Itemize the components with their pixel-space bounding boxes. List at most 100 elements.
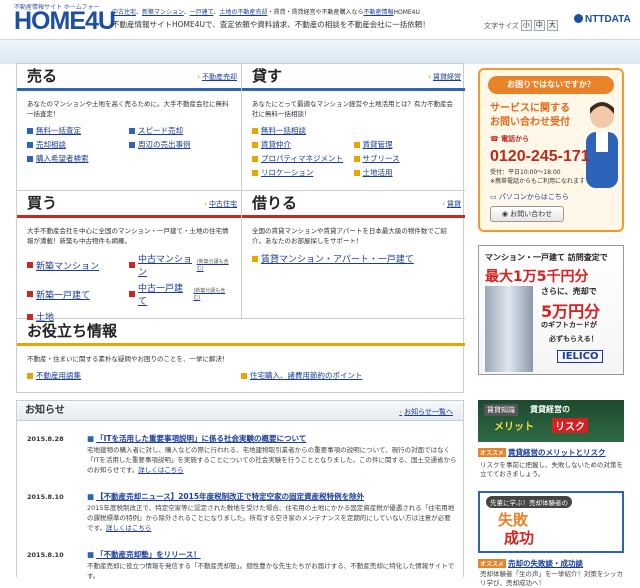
header-link-used-home[interactable]: 中古住宅: [112, 9, 136, 16]
buy-more-link[interactable]: 中古住宅: [204, 199, 237, 209]
ntt-data-logo[interactable]: NTTDATA: [574, 14, 631, 25]
bullet-icon: [353, 169, 360, 176]
sell-link-speed[interactable]: スピード売却: [129, 125, 231, 136]
ad-line: 必ずもらえる！: [549, 335, 598, 343]
news-date: 2015.8.10: [27, 551, 64, 559]
rent-section: 借りる 賃貸 全国の賃貸マンションや賃貸アパートを日本最大級の物件数でご紹介。あ…: [242, 191, 465, 318]
lend-link-brokerage[interactable]: 賃貸仲介: [252, 139, 354, 150]
ielico-logo: IELICO: [557, 350, 604, 363]
bullet-icon: [252, 155, 258, 162]
sell-description: あなたのマンションや土地を高く売るために。大手不動産会社に無料一括査定！: [27, 100, 229, 118]
news-detail-link[interactable]: 詳しくはこちら: [106, 524, 152, 532]
bullet-icon: [27, 155, 33, 162]
lend-section: 貸す 賃貸経営 あなたにとって最適なマンション経営や土地活用とは？有力不動産会社…: [242, 64, 465, 190]
lend-link-land-use[interactable]: 土地活用: [353, 167, 456, 178]
side-link-description: 売却体験者「生の声」を一挙紹介！対策をシッカリ学び、売却成功へ！: [480, 570, 623, 587]
decorative-skyline-band: [0, 40, 640, 64]
sell-link-nearby[interactable]: 周辺の売出事例: [129, 139, 231, 150]
rent-more-link[interactable]: 賃貸: [442, 199, 461, 209]
bullet-icon: [353, 141, 360, 148]
lend-link-consult[interactable]: 無料一括相談: [252, 125, 455, 136]
service-menu: 売る 不動産売却 あなたのマンションや土地を高く売るために。大手不動産会社に無料…: [16, 63, 465, 393]
news-title-link[interactable]: 「不動産売却塾」をリリース！: [87, 549, 201, 560]
bullet-icon: [129, 141, 135, 148]
lend-more-link[interactable]: 賃貸経営: [428, 72, 461, 82]
lend-link-sublease[interactable]: サブリース: [353, 153, 456, 164]
contact-banner[interactable]: お困りではないですか？ サービスに関する お問い合わせ受付 ☎ 電話から 0120…: [478, 68, 624, 232]
news-title-link[interactable]: 「ITを活用した重要事項説明」に係る社会実験の概要について: [87, 433, 306, 444]
header-link-house[interactable]: 一戸建て: [190, 9, 214, 16]
useful-link-cost-saving[interactable]: 住宅購入、諸費用節約のポイント: [241, 370, 455, 381]
ad-line: メリット: [494, 422, 534, 433]
side-link-rental-risk[interactable]: オススメ 賃貸経営のメリットとリスク: [478, 447, 606, 458]
useful-section: お役立ち情報 不動産・住まいに関する素朴な疑問やお困りのことを、一挙に解決！ 不…: [17, 319, 465, 393]
bullet-icon: [27, 262, 33, 268]
sell-link-appraisal[interactable]: 無料一括査定: [27, 125, 129, 136]
news-body: 不動産売却に役立つ情報を発信する「不動産売却塾」。個性豊かな先生たちがお届けする…: [87, 562, 455, 580]
header-link-new-mansion[interactable]: 新築マンション: [142, 9, 184, 16]
ad-tag: 先輩に学ぶ！売却体験者の: [486, 496, 572, 508]
ielico-banner[interactable]: マンション・一戸建て 訪問査定で 最大1万5千円分 さらに、売却で 5万円分 の…: [478, 245, 624, 375]
rent-description: 全国の賃貸マンションや賃貸アパートを日本最大級の物件数でご紹介。あなたのお部屋探…: [252, 227, 447, 245]
sell-section: 売る 不動産売却 あなたのマンションや土地を高く売るために。大手不動産会社に無料…: [17, 64, 241, 190]
lend-links: 無料一括相談 賃貸仲介 賃貸管理 プロパティマネジメント サブリース リロケーシ…: [242, 119, 465, 178]
phone-number[interactable]: 0120-245-171: [490, 148, 590, 166]
buy-link-used-house[interactable]: 中古一戸建て (新築分譲も含む): [129, 281, 231, 307]
sell-links: 無料一括査定 スピード売却 売却相談 周辺の売出事例 購入希望者検索: [17, 119, 241, 164]
rental-risk-banner[interactable]: 賃貸知識 賃貸経営の メリット リスク: [478, 400, 624, 442]
buy-link-new-house[interactable]: 新築一戸建て: [27, 281, 129, 307]
sale-story-banner[interactable]: 先輩に学ぶ！売却体験者の 失敗 成功: [478, 491, 624, 553]
bullet-icon: [27, 291, 33, 297]
header-links: 中古住宅、新築マンション、一戸建て、土地の不動産売却・賃貸・賃貸経営や不動産購入…: [112, 9, 420, 16]
buy-section: 買う 中古住宅 大手不動産会社を中心に全国のマンション・一戸建て・土地の住宅情報…: [17, 191, 241, 323]
lend-description: あなたにとって最適なマンション経営や土地活用とは？有力不動産会社に無料一括相談！: [252, 100, 453, 118]
building-image: [485, 286, 533, 372]
header-link-sell[interactable]: の不動産売却: [231, 9, 267, 16]
rent-link-rental[interactable]: 賃貸マンション・アパート・一戸建て: [252, 252, 455, 265]
site-logo[interactable]: HOME4U: [14, 9, 116, 34]
lend-link-management[interactable]: 賃貸管理: [353, 139, 456, 150]
header-link-info[interactable]: 不動産情報: [363, 9, 393, 16]
bullet-icon: [129, 262, 135, 268]
bullet-icon: [129, 291, 135, 297]
side-link-description: リスクを事前に把握し、失敗しないための対策を立てておきましょう。: [480, 461, 623, 478]
header-link-land[interactable]: 土地: [219, 9, 231, 16]
bullet-icon: [129, 127, 135, 134]
bullet-icon: [27, 127, 33, 134]
lend-link-relocation[interactable]: リロケーション: [252, 167, 354, 178]
ad-line: 5万円分: [541, 302, 601, 321]
buy-link-new-mansion[interactable]: 新築マンション: [27, 252, 129, 278]
ad-line: のギフトカードが: [541, 321, 597, 329]
ad-tag: 賃貸知識: [484, 404, 518, 416]
news-more-link[interactable]: お知らせ一覧へ: [399, 407, 453, 417]
sell-link-buyer-search[interactable]: 購入希望者検索: [27, 153, 129, 164]
news-body: 2015年度税制改正で、特定空家等に認定された敷地を受けた場合、住宅用の土地にか…: [87, 504, 455, 532]
ad-line: 賃貸経営の: [530, 405, 570, 414]
buy-links: 新築マンション 中古マンション (新築分譲も含む) 新築一戸建て 中古一戸建て (新…: [17, 246, 241, 323]
font-size-medium-button[interactable]: 中: [533, 20, 545, 31]
font-size-large-button[interactable]: 大: [546, 20, 558, 31]
bullet-icon: [252, 255, 258, 262]
site-header: 不動産情報サイト ホームフォー HOME4U 中古住宅、新築マンション、一戸建て…: [0, 0, 640, 40]
rent-title: 借りる: [252, 194, 298, 212]
bullet-icon: [252, 141, 258, 148]
lend-link-property-mgmt[interactable]: プロパティマネジメント: [252, 153, 354, 164]
sell-link-consult[interactable]: 売却相談: [27, 139, 129, 150]
font-size-control: 文字サイズ 小 中 大: [484, 20, 558, 31]
bullet-icon: [252, 127, 258, 134]
sell-more-link[interactable]: 不動産売却: [197, 72, 237, 82]
contact-button[interactable]: ◉ お問い合わせ: [490, 206, 564, 222]
buy-description: 大手不動産会社を中心に全国のマンション・一戸建て・土地の住宅情報が満載！新築も中…: [27, 227, 229, 245]
useful-link-glossary[interactable]: 不動産用語集: [27, 370, 241, 381]
bullet-icon: [27, 372, 33, 379]
operator-image: [580, 98, 620, 188]
buy-link-used-mansion[interactable]: 中古マンション (新築分譲も含む): [129, 252, 231, 278]
font-size-small-button[interactable]: 小: [520, 20, 532, 31]
news-detail-link[interactable]: 詳しくはこちら: [138, 466, 184, 474]
side-link-sale-stories[interactable]: オススメ 売却の失敗談・成功談: [478, 558, 583, 569]
ad-line: 最大1万5千円分: [485, 269, 589, 285]
pc-label: ▭ パソコンからはこちら: [490, 193, 569, 201]
news-title-link[interactable]: 【不動産売却ニュース】2015年度税制改正で特定空家の固定資産税特例を除外: [87, 491, 364, 502]
rent-links: 賃貸マンション・アパート・一戸建て: [242, 246, 465, 265]
useful-description: 不動産・住まいに関する素朴な疑問やお困りのことを、一挙に解決！: [27, 355, 229, 363]
